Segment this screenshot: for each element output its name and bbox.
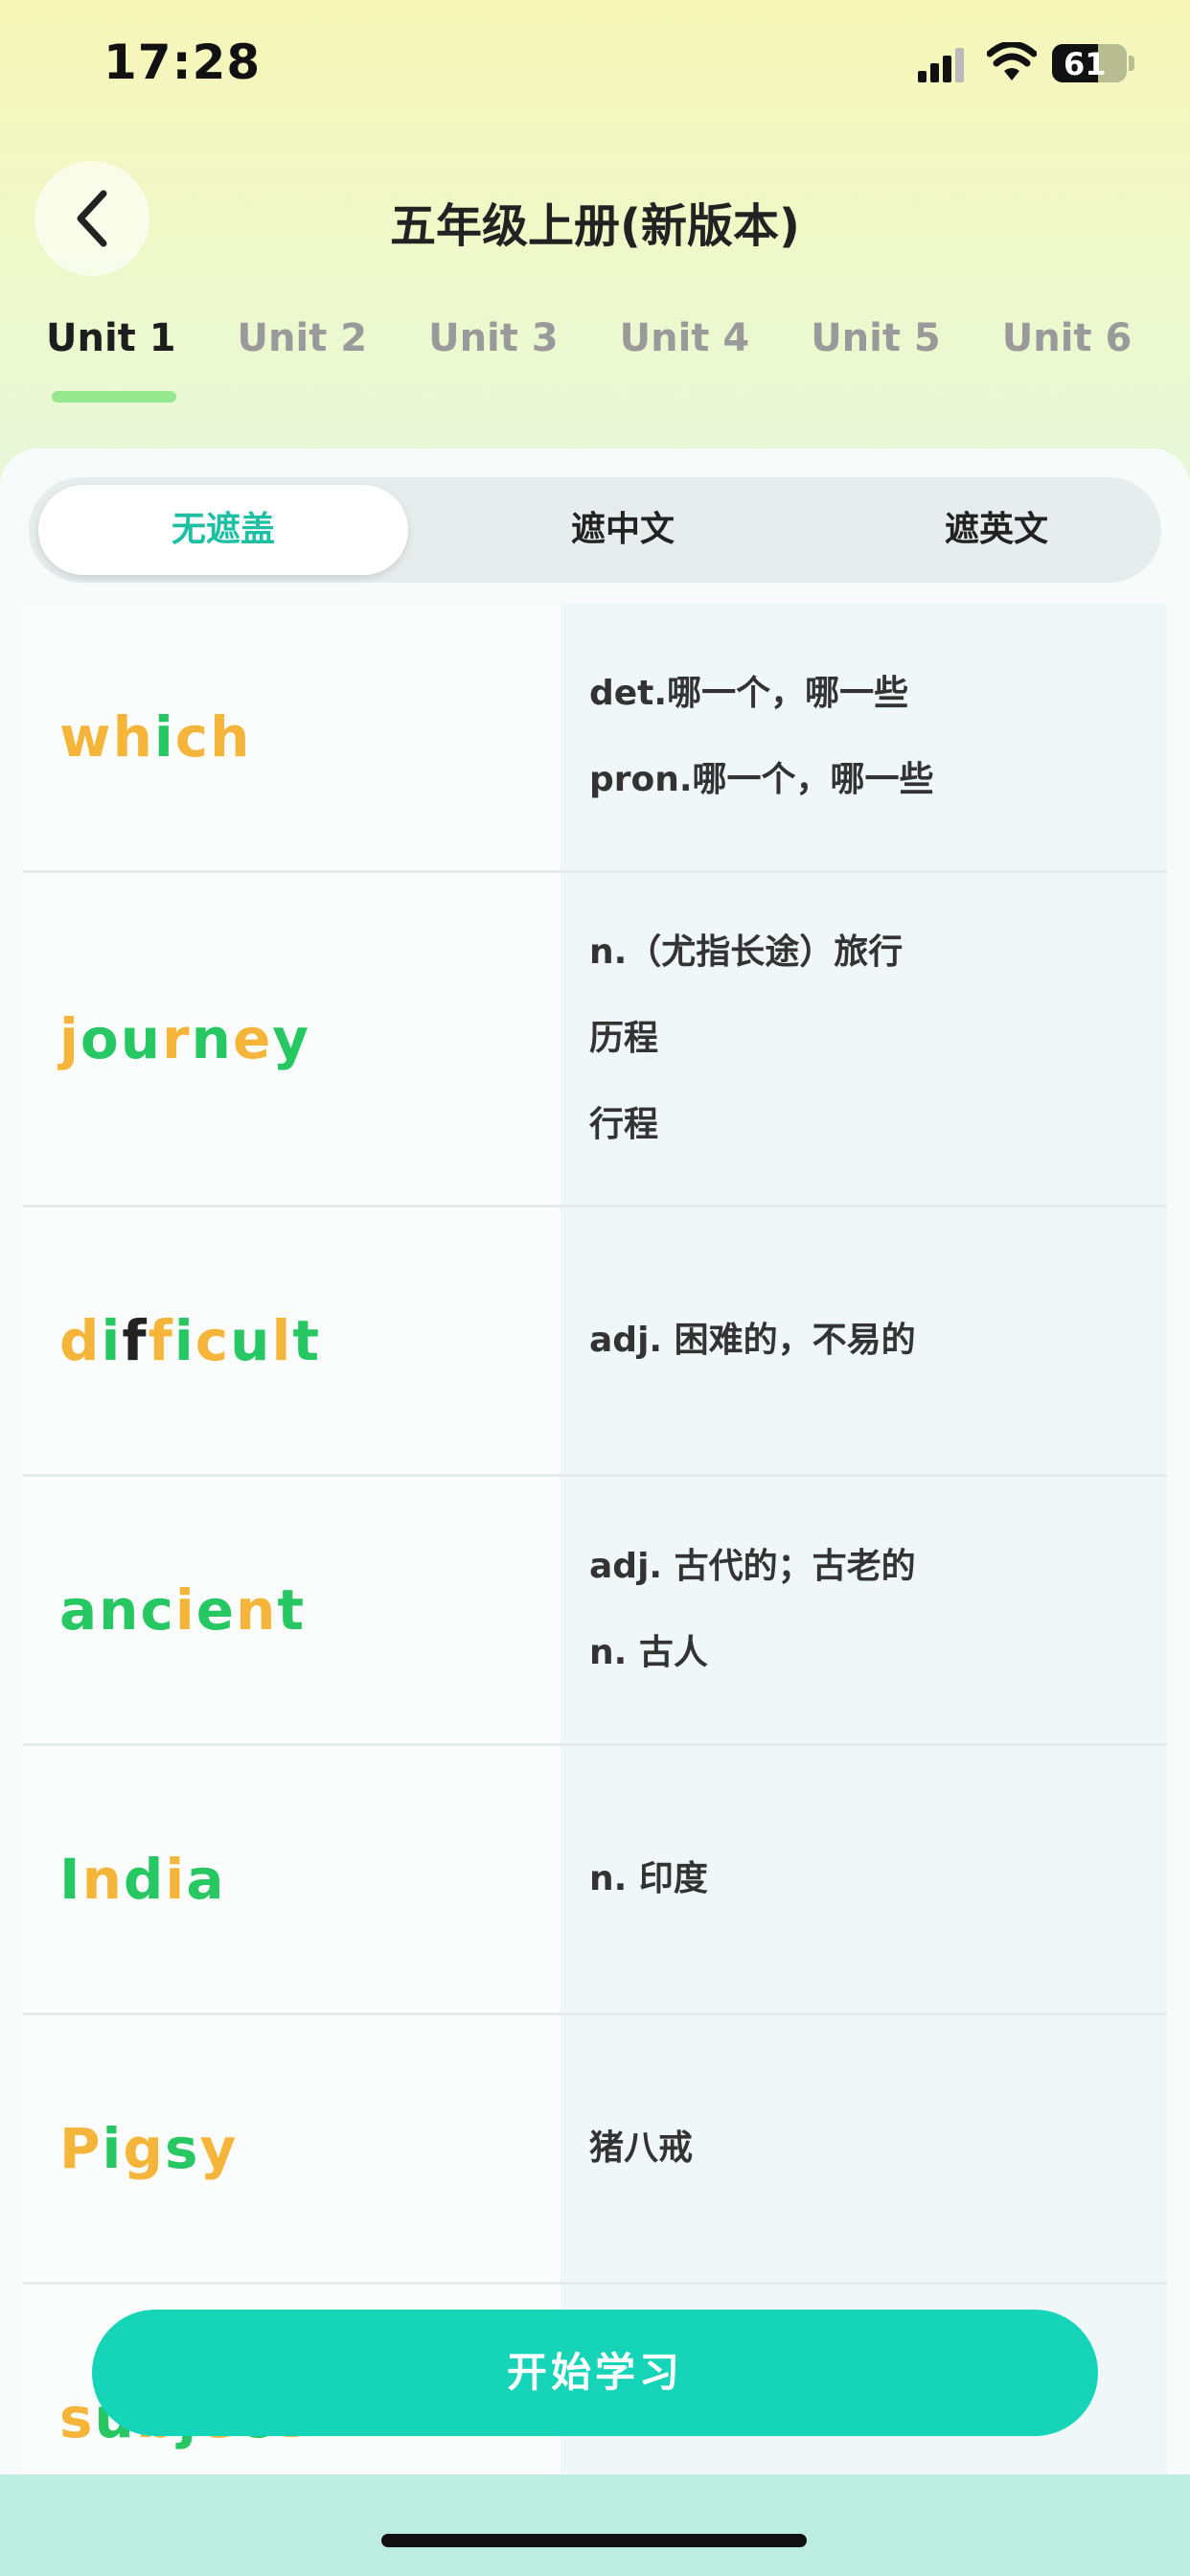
word-text: India: [23, 1746, 561, 2012]
word-row[interactable]: Pigsy 猪八戒: [23, 2015, 1167, 2285]
bottom-bar: [0, 2474, 1190, 2576]
start-learning-button[interactable]: 开始学习: [92, 2310, 1098, 2436]
status-time: 17:28: [103, 34, 262, 90]
word-meanings: n.（尤指长途）旅行 历程 行程: [561, 873, 1167, 1205]
tab-unit-4[interactable]: Unit 4: [620, 316, 750, 360]
word-row[interactable]: India n. 印度: [23, 1746, 1167, 2015]
unit-tabs: Unit 1 Unit 2 Unit 3 Unit 4 Unit 5 Unit …: [46, 316, 1190, 402]
word-text: Pigsy: [23, 2015, 561, 2282]
word-row[interactable]: j ou r n e y n.（尤指长途）旅行 历程 行程: [23, 873, 1167, 1208]
word-meanings: adj. 困难的，不易的: [561, 1208, 1167, 1474]
word-text: j ou r n e y: [23, 873, 561, 1205]
cellular-signal-icon: [918, 48, 968, 82]
meaning-line: adj. 古代的；古老的: [589, 1547, 916, 1586]
word-panel: 无遮盖 遮中文 遮英文 wh i ch det.哪一个，哪一些 pron.哪一个，哪…: [0, 448, 1190, 2576]
meaning-line: det.哪一个，哪一些: [589, 674, 909, 713]
meaning-line: 行程: [589, 1105, 659, 1144]
tab-unit-6[interactable]: Unit 6: [1002, 316, 1133, 360]
meaning-line: pron.哪一个，哪一些: [589, 760, 934, 799]
battery-tip: [1129, 56, 1134, 71]
tab-unit-1[interactable]: Unit 1: [46, 316, 176, 402]
segment-hide-english[interactable]: 遮英文: [814, 477, 1179, 583]
status-bar: 17:28 61: [0, 0, 1190, 134]
word-text: wh i ch: [23, 604, 561, 870]
battery-icon: 61: [1052, 44, 1127, 82]
wifi-icon: [987, 42, 1037, 80]
meaning-line: n. 古人: [589, 1633, 708, 1672]
tab-unit-3[interactable]: Unit 3: [428, 316, 559, 360]
word-text: ancient: [23, 1477, 561, 1743]
segment-no-cover[interactable]: 无遮盖: [38, 485, 408, 575]
meaning-line: adj. 困难的，不易的: [589, 1321, 916, 1360]
meaning-line: n. 印度: [589, 1859, 708, 1898]
word-meanings: det.哪一个，哪一些 pron.哪一个，哪一些: [561, 604, 1167, 870]
meaning-line: 猪八戒: [589, 2128, 694, 2168]
word-meanings: 猪八戒: [561, 2015, 1167, 2282]
tab-unit-5[interactable]: Unit 5: [811, 316, 941, 360]
home-indicator[interactable]: [381, 2534, 807, 2547]
word-row[interactable]: wh i ch det.哪一个，哪一些 pron.哪一个，哪一些: [23, 604, 1167, 873]
word-text: difficult: [23, 1208, 561, 1474]
page-title: 五年级上册(新版本): [390, 199, 800, 253]
battery-level: 61: [1064, 46, 1107, 82]
tab-unit-2[interactable]: Unit 2: [238, 316, 368, 360]
meaning-line: n.（尤指长途）旅行: [589, 932, 904, 972]
cover-mode-segment: 无遮盖 遮中文 遮英文: [29, 477, 1161, 583]
word-row[interactable]: difficult adj. 困难的，不易的: [23, 1208, 1167, 1477]
meaning-line: 历程: [589, 1019, 659, 1058]
word-list: wh i ch det.哪一个，哪一些 pron.哪一个，哪一些 j ou r n e y n…: [23, 604, 1167, 2554]
word-row[interactable]: ancient adj. 古代的；古老的 n. 古人: [23, 1477, 1167, 1746]
segment-hide-chinese[interactable]: 遮中文: [441, 477, 805, 583]
word-meanings: adj. 古代的；古老的 n. 古人: [561, 1477, 1167, 1743]
word-meanings: n. 印度: [561, 1746, 1167, 2012]
